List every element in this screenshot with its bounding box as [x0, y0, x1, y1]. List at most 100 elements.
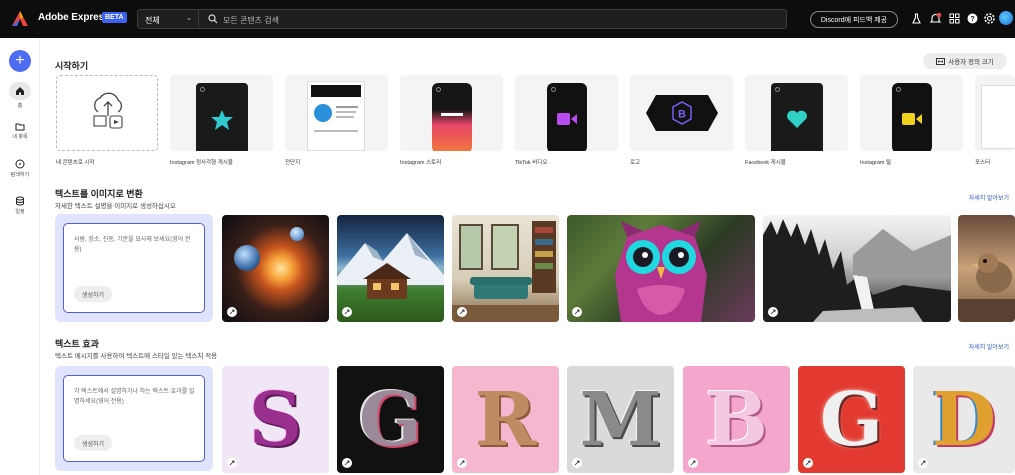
rail-item-explore[interactable]: 탐색하기 — [0, 159, 40, 178]
expand-icon — [457, 458, 467, 468]
start-card-flyer[interactable] — [285, 75, 388, 151]
rail-item-home[interactable]: 홈 — [0, 82, 40, 109]
text-effect-sample[interactable]: M — [567, 366, 674, 473]
custom-size-label: 사용자 정의 크기 — [948, 59, 994, 66]
left-nav-rail: + 홈 내 항목 탐색하기 일정 — [0, 38, 40, 475]
expand-icon — [227, 307, 237, 317]
flask-icon[interactable] — [910, 12, 923, 25]
video-camera-icon — [556, 113, 577, 125]
search-placeholder: 모든 콘텐츠 검색 — [223, 16, 279, 25]
sample-image-bird[interactable] — [958, 215, 1015, 322]
start-card-label: 내 콘텐츠로 시작 — [56, 160, 95, 166]
start-card-tiktok-video[interactable] — [515, 75, 618, 151]
search-scope-select[interactable]: 전체 ⌄ — [137, 9, 199, 29]
sample-image-owl[interactable] — [567, 215, 755, 322]
resize-icon — [936, 57, 946, 65]
cloud-upload-icon — [93, 92, 123, 129]
user-avatar[interactable] — [999, 11, 1013, 25]
star-icon — [210, 110, 233, 130]
text-effect-sample[interactable]: G — [337, 366, 444, 473]
text-effect-sample[interactable]: B — [683, 366, 790, 473]
text-effects-subtitle: 텍스트 메시지를 사용하여 텍스트에 스타일 있는 텍스처 적용 — [55, 353, 218, 360]
apps-grid-icon[interactable] — [948, 12, 961, 25]
expand-icon — [768, 307, 778, 317]
text-to-image-see-all-link[interactable]: 자세히 알아보기 — [969, 193, 1009, 202]
search-scope-value: 전체 — [145, 16, 160, 25]
generate-button[interactable]: 생성하기 — [74, 286, 112, 302]
generate-button[interactable]: 생성하기 — [74, 435, 112, 451]
text-effects-title: 텍스트 효과 — [55, 339, 99, 349]
text-to-image-prompt-card: 사람, 장소, 진동, 기분을 묘사해 보세요(영어 전용) 생성하기 — [55, 214, 213, 322]
text-to-image-subtitle: 자세한 텍스트 설명을 이미지로 생성하십시오 — [55, 203, 176, 210]
notification-bell-icon[interactable] — [929, 12, 942, 25]
start-card-label: Instagram 릴 — [860, 160, 892, 166]
compass-icon — [15, 159, 25, 169]
rail-item-my-items-label: 내 항목 — [12, 134, 28, 140]
text-effect-sample[interactable]: S — [222, 366, 329, 473]
settings-gear-icon[interactable] — [983, 12, 996, 25]
search-input[interactable]: 모든 콘텐츠 검색 — [199, 9, 787, 29]
effect-letter: M — [579, 376, 662, 463]
text-effects-prompt-input[interactable]: 각 텍스트에서 설명하거나 하는 텍스트 효과를 설명하세요(영어 전용) 생성… — [63, 375, 205, 462]
text-to-image-title: 텍스트를 이미지로 변환 — [55, 189, 143, 199]
rail-item-my-items[interactable]: 내 항목 — [0, 122, 40, 140]
start-card-label: Instagram 정사각형 게시물 — [170, 160, 233, 166]
sample-image-explosion[interactable] — [222, 215, 329, 322]
text-effects-see-all-link[interactable]: 자세히 알아보기 — [969, 342, 1009, 351]
create-new-button[interactable]: + — [9, 50, 31, 72]
template-preview — [195, 83, 248, 151]
start-section-title: 시작하기 — [55, 61, 89, 71]
text-effect-sample[interactable]: G — [798, 366, 905, 473]
home-icon — [16, 87, 24, 95]
rail-item-schedule-label: 일정 — [15, 209, 25, 215]
sample-image-living-room[interactable] — [452, 215, 559, 322]
expand-icon — [227, 458, 237, 468]
start-card-label: 포스터 — [975, 160, 991, 166]
sample-image-mountain-cabin[interactable] — [337, 215, 444, 322]
effect-letter: D — [931, 376, 997, 463]
effect-letter: B — [705, 376, 768, 463]
top-bar: Adobe Express BETA 전체 ⌄ 모든 콘텐츠 검색 Discor… — [0, 0, 1015, 38]
start-card-instagram-square[interactable] — [170, 75, 273, 151]
beta-badge: BETA — [102, 12, 127, 23]
svg-text:B: B — [678, 109, 686, 121]
svg-text:?: ? — [970, 16, 974, 23]
expand-icon — [688, 458, 698, 468]
text-effect-sample[interactable]: R — [452, 366, 559, 473]
discord-feedback-button[interactable]: Discord에 피드백 제공 — [810, 11, 898, 28]
help-icon[interactable]: ? — [966, 12, 979, 25]
sample-image-forest-waterfall[interactable] — [763, 215, 951, 322]
rail-item-schedule[interactable]: 일정 — [0, 196, 40, 215]
app-name[interactable]: Adobe Express — [38, 12, 110, 23]
text-effect-sample[interactable]: D — [913, 366, 1015, 473]
text-to-image-prompt-input[interactable]: 사람, 장소, 진동, 기분을 묘사해 보세요(영어 전용) 생성하기 — [63, 223, 205, 313]
start-card-instagram-reel[interactable] — [860, 75, 963, 151]
expand-icon — [457, 307, 467, 317]
start-card-label: 로고 — [630, 160, 641, 166]
start-card-poster[interactable] — [975, 75, 1015, 151]
start-card-logo[interactable]: B — [630, 75, 733, 151]
database-icon — [16, 196, 24, 206]
text-effects-prompt-card: 각 텍스트에서 설명하거나 하는 텍스트 효과를 설명하세요(영어 전용) 생성… — [55, 366, 213, 471]
prompt-placeholder: 각 텍스트에서 설명하거나 하는 텍스트 효과를 설명하세요(영어 전용) — [74, 389, 195, 405]
expand-icon — [572, 307, 582, 317]
adobe-express-logo-icon[interactable] — [11, 10, 29, 27]
custom-size-button[interactable]: 사용자 정의 크기 — [923, 53, 1007, 69]
start-card-instagram-story[interactable] — [400, 75, 503, 151]
start-card-label: TikTok 비디오 — [515, 160, 548, 166]
prompt-placeholder: 사람, 장소, 진동, 기분을 묘사해 보세요(영어 전용) — [74, 237, 191, 253]
search-icon — [208, 14, 218, 24]
effect-letter: R — [474, 376, 537, 463]
start-card-facebook-post[interactable] — [745, 75, 848, 151]
start-card-own-content[interactable] — [56, 75, 158, 151]
template-preview — [981, 85, 1015, 149]
expand-icon — [572, 458, 582, 468]
expand-icon — [803, 458, 813, 468]
template-preview — [546, 83, 587, 151]
heart-icon — [786, 110, 807, 128]
effect-letter: G — [358, 376, 423, 463]
template-preview — [770, 83, 823, 151]
expand-icon — [342, 458, 352, 468]
folder-icon — [15, 123, 25, 131]
template-preview — [431, 83, 472, 151]
